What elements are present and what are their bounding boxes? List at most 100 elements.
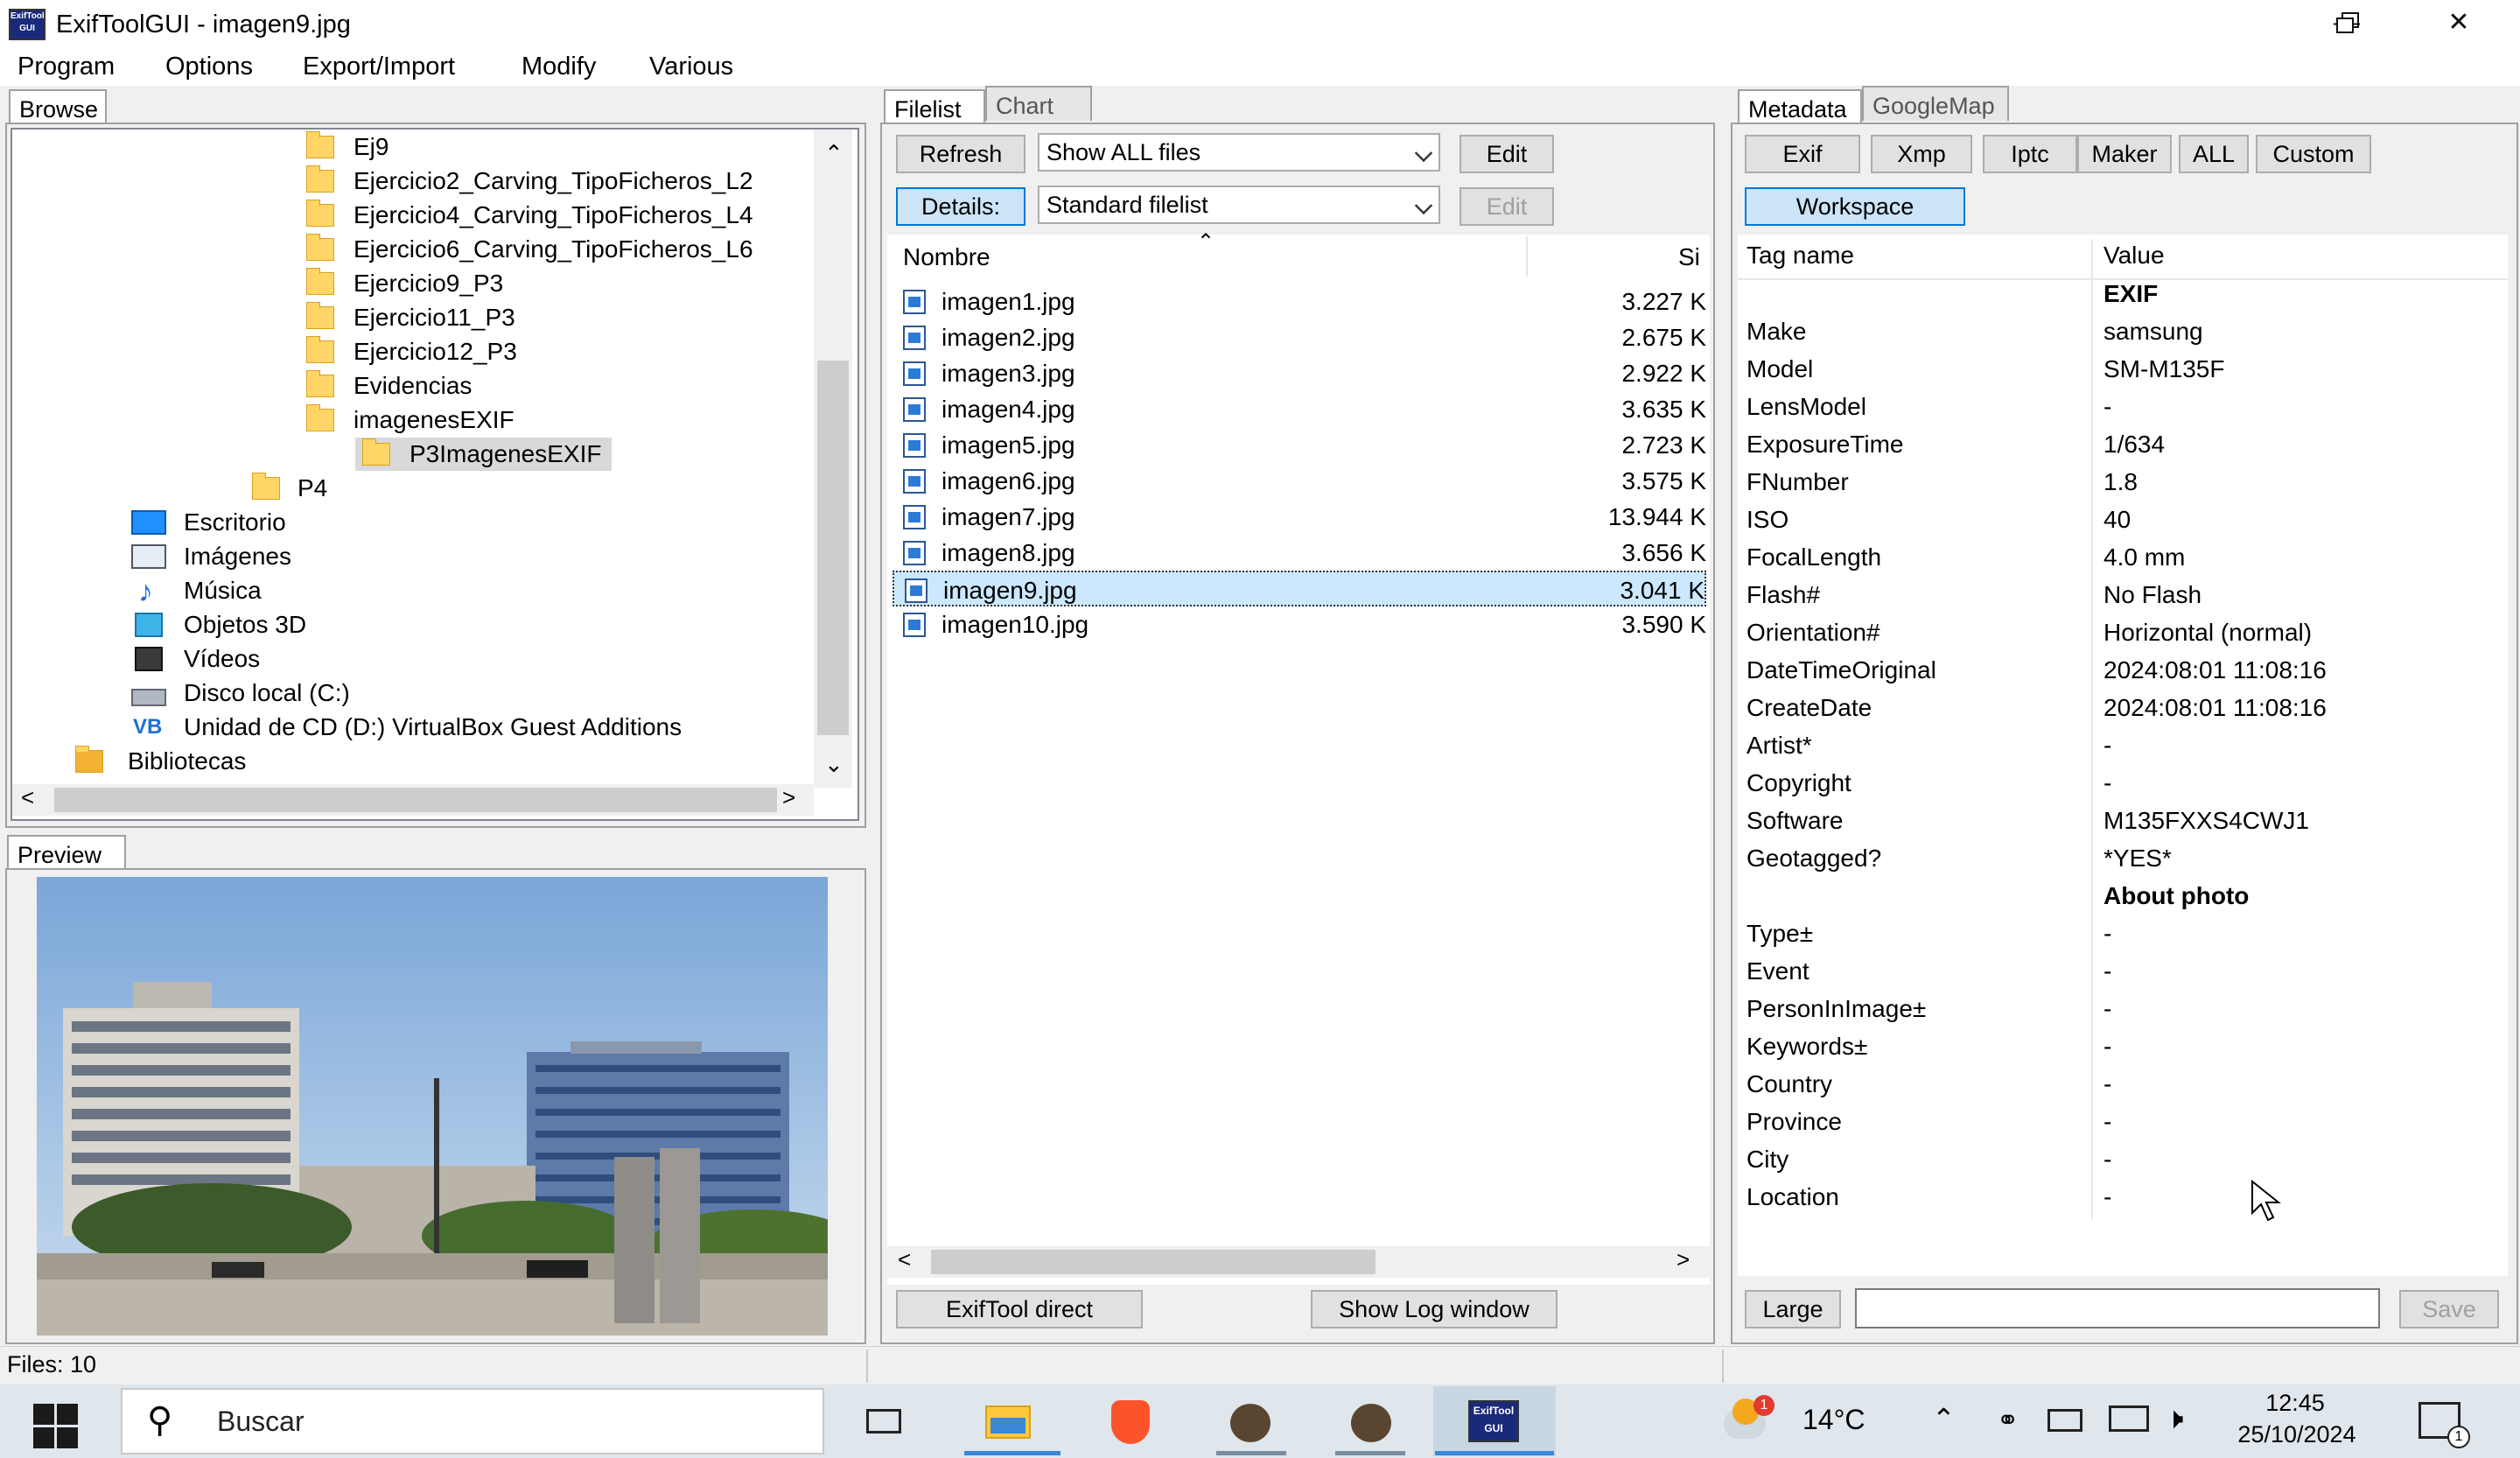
notifications-icon[interactable]: 1: [2418, 1402, 2470, 1448]
iptc-button[interactable]: Iptc: [1983, 135, 2077, 173]
camera-icon[interactable]: ⚭: [1997, 1405, 2019, 1436]
windows-start-icon[interactable]: [33, 1404, 79, 1449]
tree-item-p4[interactable]: P4: [252, 472, 327, 505]
weather-icon[interactable]: 1: [1724, 1395, 1774, 1442]
meta-row[interactable]: Orientation# Horizontal (normal): [1738, 613, 2508, 651]
meta-row[interactable]: Country -: [1738, 1065, 2508, 1103]
taskbar-search-box[interactable]: ⚲ Buscar: [121, 1388, 824, 1454]
scroll-right-icon[interactable]: >: [1676, 1246, 1690, 1273]
edit-filter-button[interactable]: Edit: [1460, 135, 1554, 173]
tree-item-ejercicio6[interactable]: Ejercicio6_Carving_TipoFicheros_L6: [306, 233, 753, 266]
tray-chevron-up-icon[interactable]: ⌃: [1932, 1402, 1956, 1435]
view-select[interactable]: Standard filelist: [1038, 186, 1440, 224]
column-header-size[interactable]: Si: [1678, 243, 1700, 271]
menu-options[interactable]: Options: [165, 53, 253, 81]
meta-row[interactable]: Province -: [1738, 1103, 2508, 1140]
clock-time[interactable]: 12:45: [2230, 1390, 2361, 1417]
meta-row[interactable]: FocalLength 4.0 mm: [1738, 538, 2508, 576]
file-row[interactable]: imagen3.jpg 2.922 K: [892, 355, 1706, 391]
tree-item-p3imagenesexif[interactable]: P3ImagenesEXIF: [355, 438, 612, 471]
scroll-right-icon[interactable]: >: [782, 784, 795, 811]
exiftool-cat-icon[interactable]: [1344, 1397, 1396, 1446]
tree-vertical-scrollbar[interactable]: ⌃ ⌄: [814, 130, 852, 788]
file-row-selected[interactable]: imagen9.jpg 3.041 K: [892, 571, 1706, 606]
exiftoolgui-taskbar-icon[interactable]: ExifTool GUI: [1466, 1397, 1519, 1446]
tree-item-disco-local[interactable]: Disco local (C:): [131, 676, 350, 710]
tab-metadata[interactable]: Metadata: [1738, 89, 1862, 124]
scroll-up-icon[interactable]: ⌃: [824, 140, 844, 167]
meta-row[interactable]: FNumber 1.8: [1738, 463, 2508, 501]
scroll-thumb[interactable]: [54, 788, 777, 812]
tab-googlemap[interactable]: GoogleMap: [1862, 86, 2009, 121]
column-header-name[interactable]: Nombre: [903, 243, 990, 271]
tree-item-ejercicio9[interactable]: Ejercicio9_P3: [306, 267, 503, 300]
tree-item-videos[interactable]: Vídeos: [131, 642, 260, 676]
meta-row[interactable]: Type± -: [1738, 915, 2508, 952]
file-row[interactable]: imagen7.jpg 13.944 K: [892, 499, 1706, 535]
battery-icon[interactable]: [2048, 1409, 2082, 1432]
xmp-button[interactable]: Xmp: [1871, 135, 1972, 173]
meta-group-about-photo[interactable]: About photo: [1738, 877, 2508, 915]
file-row[interactable]: imagen8.jpg 3.656 K: [892, 535, 1706, 571]
tree-item-escritorio[interactable]: Escritorio: [131, 506, 286, 539]
meta-row[interactable]: Location -: [1738, 1178, 2508, 1216]
meta-row[interactable]: Keywords± -: [1738, 1027, 2508, 1065]
tab-preview[interactable]: Preview: [7, 835, 126, 870]
tree-item-imagenes[interactable]: Imágenes: [131, 540, 291, 573]
tree-horizontal-scrollbar[interactable]: < >: [12, 784, 814, 816]
scroll-left-icon[interactable]: <: [898, 1246, 911, 1273]
refresh-button[interactable]: Refresh: [896, 135, 1026, 173]
scroll-thumb[interactable]: [817, 361, 849, 735]
meta-row[interactable]: City -: [1738, 1140, 2508, 1178]
tab-chart[interactable]: Chart: [985, 86, 1092, 121]
filter-select[interactable]: Show ALL files: [1038, 133, 1440, 172]
clock-date[interactable]: 25/10/2024: [2222, 1421, 2371, 1448]
weather-temperature[interactable]: 14°C: [1802, 1404, 1866, 1436]
meta-row[interactable]: Flash# No Flash: [1738, 576, 2508, 613]
volume-icon[interactable]: 🕨: [2165, 1402, 2183, 1436]
scroll-left-icon[interactable]: <: [21, 784, 34, 811]
filelist-horizontal-scrollbar[interactable]: < >: [887, 1246, 1710, 1278]
close-icon[interactable]: ✕: [2403, 0, 2515, 47]
exiftool-cat-icon[interactable]: [1223, 1397, 1276, 1446]
meta-row[interactable]: ExposureTime 1/634: [1738, 425, 2508, 463]
file-row[interactable]: imagen1.jpg 3.227 K: [892, 284, 1706, 319]
tree-item-bibliotecas[interactable]: Bibliotecas: [74, 745, 246, 778]
tree-item-objetos3d[interactable]: Objetos 3D: [131, 608, 306, 641]
menu-program[interactable]: Program: [18, 53, 115, 81]
exif-button[interactable]: Exif: [1745, 135, 1860, 173]
task-view-icon[interactable]: [859, 1397, 912, 1446]
file-row[interactable]: imagen5.jpg 2.723 K: [892, 427, 1706, 463]
scroll-down-icon[interactable]: ⌄: [824, 751, 844, 778]
maker-button[interactable]: Maker: [2077, 135, 2172, 173]
tree-item-ej9[interactable]: Ej9: [306, 130, 388, 164]
tree-item-cdrom[interactable]: VB Unidad de CD (D:) VirtualBox Guest Ad…: [131, 711, 682, 744]
meta-row[interactable]: PersonInImage± -: [1738, 990, 2508, 1027]
tree-item-evidencias[interactable]: Evidencias: [306, 369, 472, 403]
details-button[interactable]: Details:: [896, 187, 1026, 226]
menu-various[interactable]: Various: [649, 53, 733, 81]
meta-row[interactable]: Event -: [1738, 952, 2508, 990]
tree-item-musica[interactable]: ♪ Música: [131, 574, 262, 607]
scroll-thumb[interactable]: [931, 1250, 1376, 1274]
all-button[interactable]: ALL: [2179, 135, 2249, 173]
file-row[interactable]: imagen6.jpg 3.575 K: [892, 463, 1706, 499]
meta-row[interactable]: Software M135FXXS4CWJ1: [1738, 802, 2508, 839]
tab-filelist[interactable]: Filelist: [884, 89, 985, 124]
restore-icon[interactable]: [2336, 12, 2359, 33]
network-icon[interactable]: [2109, 1405, 2149, 1432]
tree-item-ejercicio11[interactable]: Ejercicio11_P3: [306, 301, 515, 334]
tree-item-ejercicio4[interactable]: Ejercicio4_Carving_TipoFicheros_L4: [306, 199, 753, 232]
meta-row[interactable]: Artist* -: [1738, 726, 2508, 764]
meta-group-exif[interactable]: EXIF: [1738, 275, 2508, 312]
meta-row[interactable]: Model SM-M135F: [1738, 350, 2508, 388]
menu-export-import[interactable]: Export/Import: [303, 53, 455, 81]
metadata-value-input[interactable]: [1855, 1288, 2380, 1328]
exiftool-direct-button[interactable]: ExifTool direct: [896, 1290, 1143, 1328]
file-row[interactable]: imagen2.jpg 2.675 K: [892, 319, 1706, 355]
show-log-window-button[interactable]: Show Log window: [1311, 1290, 1558, 1328]
meta-row[interactable]: Geotagged? *YES*: [1738, 839, 2508, 877]
meta-row[interactable]: Copyright -: [1738, 764, 2508, 802]
tree-item-ejercicio12[interactable]: Ejercicio12_P3: [306, 335, 517, 368]
large-button[interactable]: Large: [1745, 1290, 1841, 1328]
